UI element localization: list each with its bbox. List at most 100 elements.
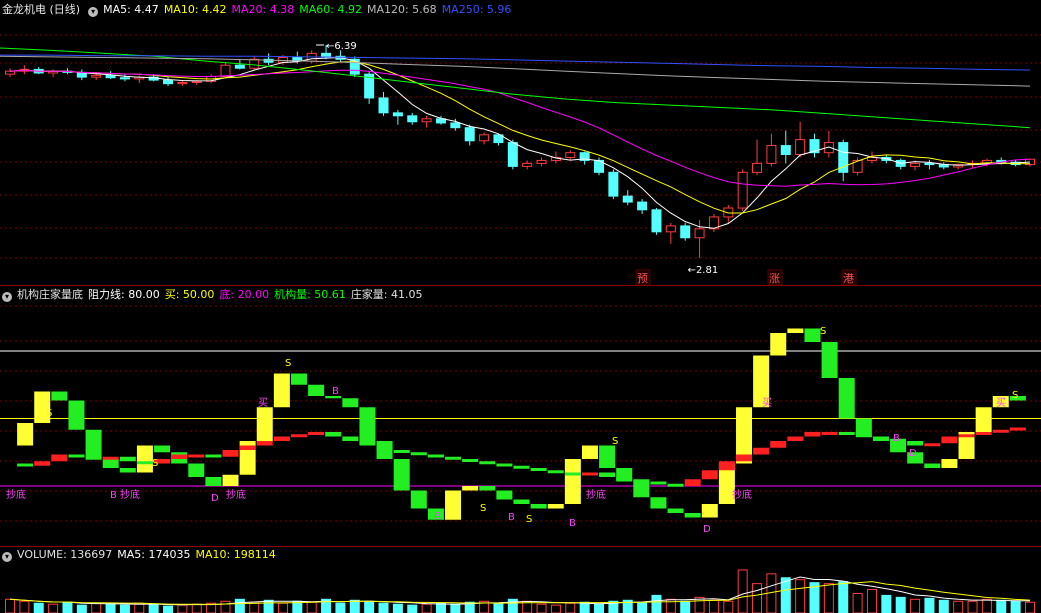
dealer-vol-block: [770, 441, 787, 448]
inst-vol-block: [770, 333, 787, 356]
volume-bar: [392, 603, 403, 613]
kline-chart[interactable]: ←6.39 ←2.81 预 涨 港: [0, 0, 1041, 285]
dealer-vol-block: [479, 461, 496, 465]
dealer-vol-block: [616, 477, 633, 480]
kline-panel[interactable]: 金龙机电 (日线) ▾ MA5: 4.47 MA10: 4.42 MA20: 4.38 M…: [0, 0, 1041, 285]
inst-vol-block: [273, 373, 290, 408]
inst-vol-block: [564, 459, 581, 504]
candle-body: [565, 152, 576, 158]
volume-bar: [163, 605, 174, 613]
inst-vol-block: [513, 499, 530, 504]
volume-bar: [924, 597, 935, 613]
inst-vol-block: [633, 481, 650, 498]
inst-vol-block: [68, 400, 85, 430]
indicator-name: 机构庄家量底: [17, 288, 83, 301]
volume-bar: [967, 600, 978, 613]
signal-tag: S: [46, 408, 52, 419]
inst-vol-block: [154, 445, 171, 453]
dealer-vol-block: [17, 463, 34, 467]
dealer-vol-block: [581, 472, 598, 476]
dealer-vol-block: [718, 461, 735, 471]
volume-bar: [148, 603, 159, 613]
volume-ma5-line: [9, 576, 1031, 606]
volume-ma10-line: [9, 581, 1031, 605]
volume-panel[interactable]: ▾ VOLUME: 136697 MA5: 174035 MA10: 198114: [0, 547, 1041, 613]
candle-body: [665, 225, 676, 233]
indicator-menu-icon[interactable]: ▾: [88, 7, 99, 17]
volume-header: ▾ VOLUME: 136697 MA5: 174035 MA10: 198114: [0, 547, 281, 563]
dealer-vol-block: [513, 465, 530, 469]
volume-bar: [48, 603, 59, 613]
candle-body: [177, 81, 188, 85]
inst-vol-block: [462, 486, 479, 491]
signal-tag: D: [703, 524, 711, 535]
volume-bar: [996, 599, 1007, 613]
candle-body: [91, 74, 102, 78]
inst-vol-block: [599, 445, 616, 468]
volume-bar: [493, 602, 504, 613]
volume-bar: [33, 602, 44, 613]
volume-bar: [852, 592, 863, 613]
dealer-vol-block: [410, 452, 427, 456]
candle-body: [392, 112, 403, 117]
inst-vol-block: [359, 407, 376, 441]
indicator-chart[interactable]: 抄底 B 抄底 抄底 抄底 抄底买买买SSSSSSSSBB BBBDDD: [0, 286, 1041, 546]
volume-bar: [421, 603, 432, 613]
volume-bar: [177, 604, 188, 613]
dealer-vol-block: [855, 434, 872, 438]
candle-body: [464, 127, 475, 142]
dealer-vol-block: [376, 445, 393, 450]
dealer-vol-block: [359, 441, 376, 446]
inst-vol-block: [222, 474, 239, 486]
candle-body: [766, 145, 777, 164]
dealer-vol-block: [958, 434, 975, 438]
dealer-vol-block: [496, 463, 513, 467]
candle-body: [191, 80, 202, 83]
candle-body: [536, 159, 547, 164]
candle-body: [234, 64, 245, 69]
inst-vol-block: [188, 463, 205, 477]
candle-body: [910, 162, 921, 167]
dealer-vol-block: [136, 461, 153, 465]
inst-vol-block: [256, 407, 273, 441]
volume-bar: [895, 596, 906, 613]
dealer-vol-block: [753, 447, 770, 455]
kline-header: 金龙机电 (日线) ▾ MA5: 4.47 MA10: 4.42 MA20: 4.38 M…: [0, 2, 516, 18]
inst-vol-block: [581, 445, 598, 459]
dealer-vol-block: [51, 454, 68, 462]
inst-vol-block: [667, 508, 684, 513]
volume-ma10: MA10: 198114: [195, 548, 276, 561]
ma5-line: [9, 56, 1031, 229]
volume-bar: [866, 589, 877, 613]
volume-settings-icon[interactable]: ▾: [2, 552, 12, 562]
indicator-panel[interactable]: ▾ 机构庄家量底 阻力线: 80.00 买: 50.00 底: 20.00 机构量: 50…: [0, 286, 1041, 546]
volume-ma5: MA5: 174035: [117, 548, 191, 561]
dealer-vol-block: [290, 434, 307, 438]
signal-tag: B: [569, 518, 576, 529]
dealer-vol-block: [975, 432, 992, 435]
candle-body: [479, 134, 490, 142]
volume-bar: [651, 594, 662, 613]
inst-vol-block: [290, 373, 307, 385]
dealer-vol-block: [445, 456, 462, 460]
dealer-vol-block: [1009, 427, 1026, 431]
indicator-settings-icon[interactable]: ▾: [2, 292, 12, 302]
ma250-value: MA250: 5.96: [441, 3, 512, 16]
volume-bar: [680, 600, 691, 613]
dealer-vol-block: [393, 450, 410, 453]
dealer-vol-block: [564, 472, 581, 476]
signal-tag: 抄底: [6, 488, 26, 501]
volume-bar: [752, 583, 763, 613]
inst-vol-block: [975, 407, 992, 432]
signal-tag: B 抄底: [110, 488, 140, 501]
dealer-vol-block: [650, 481, 667, 485]
inst-vol-block: [410, 490, 427, 509]
indicator-header: ▾ 机构庄家量底 阻力线: 80.00 买: 50.00 底: 20.00 机构量: 50…: [0, 287, 428, 303]
candle-body: [608, 171, 619, 197]
signal-tag: B: [508, 512, 515, 523]
signal-tag: S: [526, 514, 532, 525]
inst-vol-block: [342, 398, 359, 408]
volume-bar: [306, 601, 317, 613]
dealer-vol-block: [308, 432, 325, 435]
volume-bar: [550, 604, 561, 613]
